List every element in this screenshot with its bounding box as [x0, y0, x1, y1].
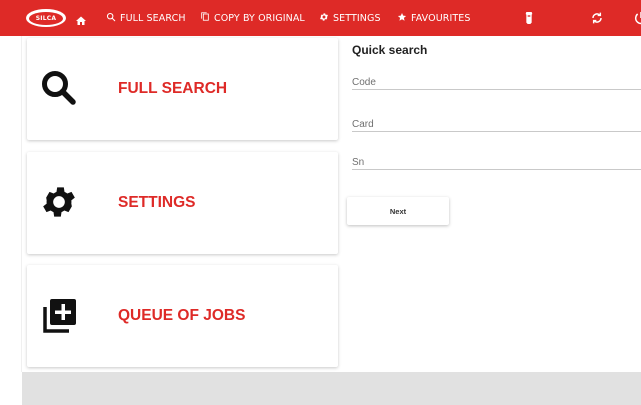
- top-nav-bar: SILCA FULL SEARCH COPY BY ORIGINAL SETTI…: [0, 0, 641, 36]
- next-button[interactable]: Next: [347, 197, 449, 225]
- quick-search-title: Quick search: [352, 43, 428, 57]
- nav-copy-by-original[interactable]: COPY BY ORIGINAL: [200, 0, 305, 36]
- card-queue-of-jobs[interactable]: QUEUE OF JOBS: [27, 265, 338, 367]
- silca-logo[interactable]: SILCA: [26, 9, 66, 27]
- sync-icon[interactable]: [589, 10, 605, 26]
- power-icon[interactable]: [633, 10, 641, 26]
- home-icon[interactable]: [75, 12, 87, 25]
- key-icon[interactable]: [521, 10, 537, 26]
- gear-icon: [39, 182, 79, 222]
- nav-favourites-label: FAVOURITES: [411, 12, 471, 24]
- logo-text: SILCA: [29, 11, 63, 25]
- search-icon: [106, 12, 116, 25]
- sn-field[interactable]: [352, 150, 641, 172]
- code-input[interactable]: [352, 73, 641, 92]
- nav-favourites[interactable]: FAVOURITES: [397, 0, 470, 36]
- nav-full-search-label: FULL SEARCH: [120, 12, 186, 24]
- card-queue-label: QUEUE OF JOBS: [118, 307, 246, 324]
- nav-settings-label: SETTINGS: [333, 12, 381, 24]
- copy-icon: [200, 11, 210, 25]
- search-icon: [39, 68, 79, 108]
- gear-icon: [319, 12, 329, 25]
- card-input[interactable]: [352, 115, 641, 134]
- code-field[interactable]: [352, 70, 641, 92]
- star-icon: [397, 12, 407, 25]
- card-full-search[interactable]: FULL SEARCH: [27, 38, 338, 140]
- card-settings[interactable]: SETTINGS: [27, 152, 338, 254]
- card-full-search-label: FULL SEARCH: [118, 80, 228, 97]
- nav-settings[interactable]: SETTINGS: [319, 0, 381, 36]
- footer-bar: [22, 372, 641, 405]
- card-field[interactable]: [352, 112, 641, 134]
- card-settings-label: SETTINGS: [118, 194, 196, 211]
- sn-input[interactable]: [352, 153, 641, 172]
- nav-full-search[interactable]: FULL SEARCH: [106, 0, 186, 36]
- footer-gutter: [0, 372, 22, 405]
- nav-copy-label: COPY BY ORIGINAL: [214, 12, 305, 24]
- left-gutter: [0, 36, 22, 372]
- queue-add-icon: [39, 295, 79, 335]
